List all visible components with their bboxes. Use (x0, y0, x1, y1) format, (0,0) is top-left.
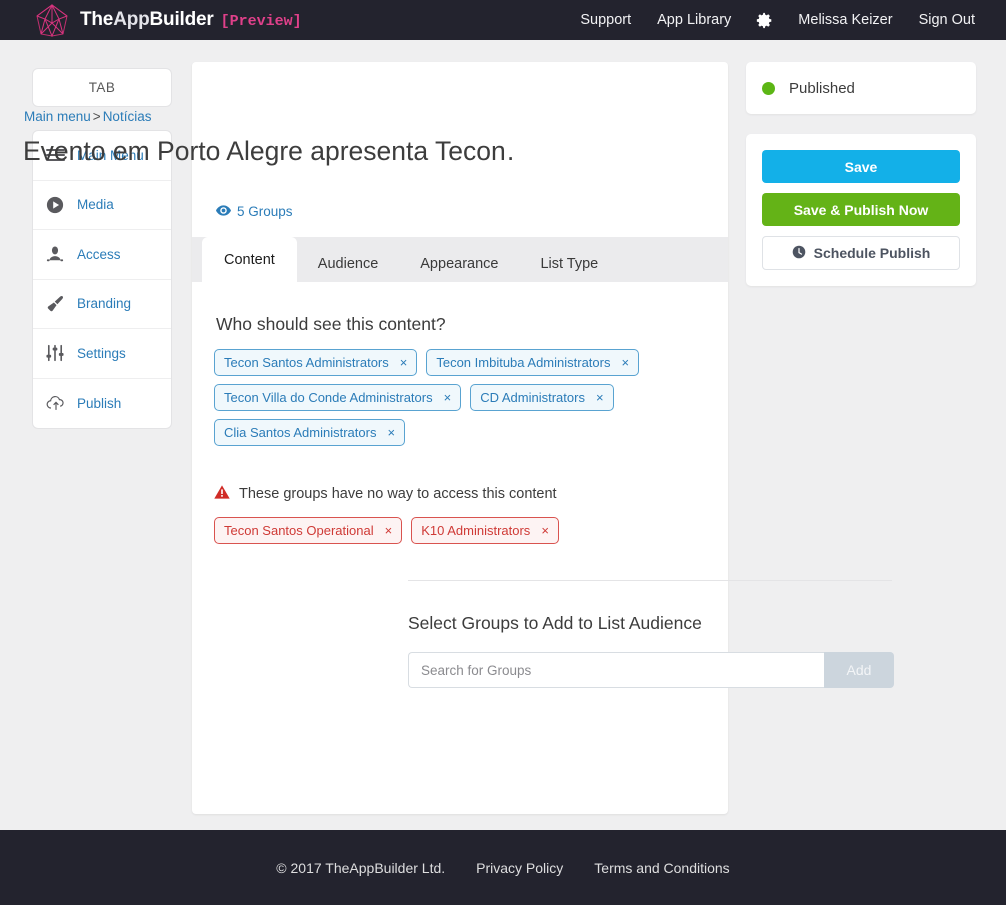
tab-label: Content (224, 251, 275, 268)
sidebar-item-media[interactable]: Media (33, 181, 171, 230)
sidebar-item-label: Settings (77, 345, 126, 361)
access-warning: These groups have no way to access this … (214, 485, 728, 503)
sidebar-nav-card: Main Menu Media Access Branding Settings… (32, 130, 172, 429)
navbar-right: Support App Library Melissa Keizer Sign … (567, 0, 988, 40)
status-badge: Published (789, 79, 855, 97)
tab-label: Audience (317, 255, 379, 272)
remove-group-icon[interactable]: × (541, 524, 549, 537)
sidebar-item-settings[interactable]: Settings (33, 329, 171, 379)
user-access-icon (46, 245, 72, 263)
brand-app: App (113, 9, 150, 30)
sliders-icon (46, 344, 72, 362)
page-title: Evento em Porto Alegre apresenta Tecon… (23, 136, 513, 166)
remove-group-icon[interactable]: × (387, 426, 395, 439)
group-search-row: Add (408, 652, 894, 688)
groups-count[interactable]: 5 Groups (216, 204, 293, 219)
clock-icon (792, 245, 806, 262)
breadcrumb: Main menu > Notícias (24, 109, 151, 124)
remove-group-icon[interactable]: × (444, 391, 452, 404)
breadcrumb-current-link[interactable]: Notícias (103, 109, 152, 124)
add-group-button[interactable]: Add (824, 652, 894, 688)
section-divider (408, 580, 892, 581)
group-tag: Clia Santos Administrators × (214, 419, 406, 446)
publish-actions-card: Save Save & Publish Now Schedule Publish (746, 134, 976, 286)
breadcrumb-separator: > (92, 109, 101, 124)
group-tag-label: Tecon Imbituba Administrators (436, 355, 611, 370)
sidebar-tab-selector[interactable]: TAB (32, 68, 172, 107)
right-sidebar: Published Save Save & Publish Now Schedu… (746, 62, 976, 286)
sidebar-tab-label: TAB (88, 80, 116, 95)
blocked-groups-list: Tecon Santos Operational × K10 Administr… (214, 517, 708, 544)
appbuilder-logo-icon (36, 3, 68, 37)
remove-group-icon[interactable]: × (596, 391, 604, 404)
blocked-group-tag-label: Tecon Santos Operational (224, 523, 374, 538)
remove-group-icon[interactable]: × (621, 356, 629, 369)
sidebar-item-label: Branding (77, 296, 132, 312)
content-area: TAB Main Menu Media Access Branding Sett… (0, 40, 1006, 830)
sidebar-item-access[interactable]: Access (33, 230, 171, 280)
nav-link-sign-out[interactable]: Sign Out (906, 0, 988, 40)
group-tag: Tecon Santos Administrators × (214, 349, 418, 376)
tab-list-type[interactable]: List Type (519, 245, 619, 282)
schedule-publish-label: Schedule Publish (813, 245, 931, 261)
sidebar-item-label: Access (77, 246, 121, 262)
group-tag: Tecon Imbituba Administrators × (426, 349, 640, 376)
footer-copyright: © 2017 TheAppBuilder Ltd. (276, 859, 446, 876)
save-and-publish-button[interactable]: Save & Publish Now (762, 193, 960, 226)
top-navbar: TheAppBuilder [Preview] Support App Libra… (0, 0, 1006, 40)
tab-label: Appearance (420, 255, 499, 272)
tab-label: List Type (540, 255, 599, 272)
publish-status-card: Published (746, 62, 976, 114)
footer: © 2017 TheAppBuilder Ltd. Privacy Policy… (0, 830, 1006, 905)
sidebar-item-label: Publish (77, 395, 122, 411)
brand[interactable]: TheAppBuilder [Preview] (34, 3, 302, 37)
save-button[interactable]: Save (762, 150, 960, 183)
group-tag: CD Administrators × (470, 384, 614, 411)
nav-link-support[interactable]: Support (567, 0, 644, 40)
gear-icon[interactable] (744, 12, 785, 29)
blocked-group-tag-label: K10 Administrators (421, 523, 531, 538)
sidebar-item-branding[interactable]: Branding (33, 280, 171, 329)
group-tag-label: Tecon Santos Administrators (224, 355, 389, 370)
audience-question: Who should see this content? (216, 314, 446, 334)
cloud-upload-icon (46, 395, 72, 411)
search-input[interactable] (408, 652, 824, 688)
remove-group-icon[interactable]: × (400, 356, 408, 369)
app-page: TheAppBuilder [Preview] Support App Libra… (0, 0, 1006, 905)
group-tag-label: CD Administrators (480, 390, 585, 405)
nav-link-user-name[interactable]: Melissa Keizer (785, 0, 905, 40)
preview-badge: [Preview] (220, 13, 302, 30)
groups-count-label: 5 Groups (237, 204, 293, 219)
blocked-group-tag: K10 Administrators × (411, 517, 559, 544)
sidebar-item-publish[interactable]: Publish (33, 379, 171, 429)
group-tag-label: Tecon Villa do Conde Administrators (224, 390, 433, 405)
brand-builder: Builder (149, 9, 214, 30)
breadcrumb-root-link[interactable]: Main menu (24, 109, 91, 124)
tab-audience[interactable]: Audience (297, 245, 399, 282)
schedule-publish-button[interactable]: Schedule Publish (762, 236, 960, 270)
blocked-group-tag: Tecon Santos Operational × (214, 517, 403, 544)
tab-content[interactable]: Content (202, 237, 297, 282)
content-tab-panel: Who should see this content? Tecon Santo… (192, 282, 894, 688)
brand-the: The (80, 9, 114, 30)
tab-appearance[interactable]: Appearance (399, 245, 519, 282)
brand-text: TheAppBuilder [Preview] (80, 9, 302, 31)
footer-link-terms[interactable]: Terms and Conditions (594, 860, 729, 876)
remove-group-icon[interactable]: × (385, 524, 393, 537)
eye-icon (216, 204, 231, 219)
select-groups-title: Select Groups to Add to List Audience (408, 613, 702, 633)
footer-link-privacy-policy[interactable]: Privacy Policy (476, 860, 563, 876)
sidebar-item-label: Media (77, 197, 114, 213)
play-circle-icon (46, 196, 72, 214)
status-dot-icon (762, 81, 775, 95)
warning-triangle-icon (214, 485, 230, 503)
group-tag-label: Clia Santos Administrators (224, 425, 377, 440)
nav-link-app-library[interactable]: App Library (644, 0, 744, 40)
group-tag: Tecon Villa do Conde Administrators × (214, 384, 462, 411)
access-warning-text: These groups have no way to access this … (239, 486, 557, 502)
allowed-groups-list: Tecon Santos Administrators × Tecon Imbi… (214, 349, 708, 446)
paintbrush-icon (46, 294, 72, 313)
tab-bar: Content Audience Appearance List Type (192, 237, 728, 282)
